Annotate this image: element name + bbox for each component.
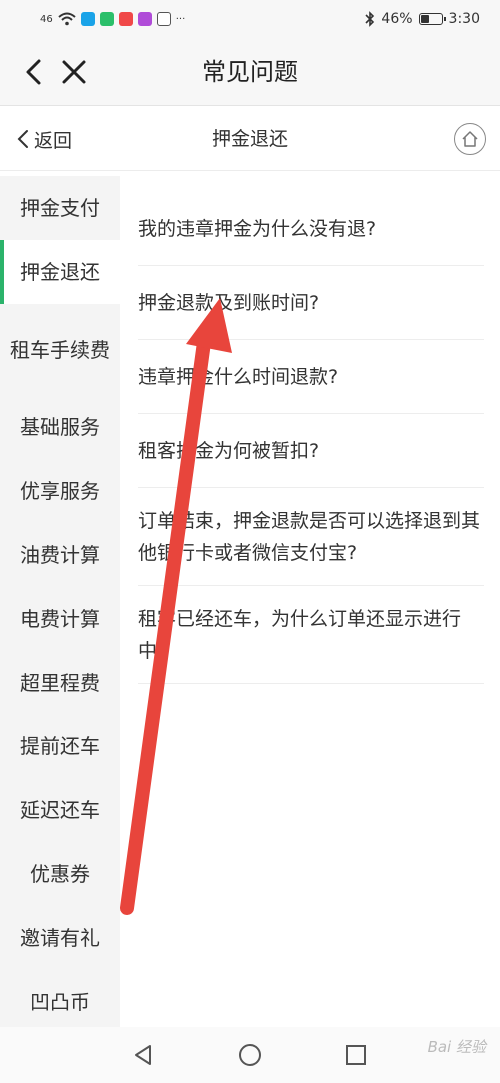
question-item[interactable]: 订单结束，押金退款是否可以选择退到其他银行卡或者微信支付宝? [138,488,484,586]
sidebar-item-electric-calc[interactable]: 电费计算 [0,587,120,651]
nav-recents-button[interactable] [342,1041,370,1069]
status-right: 46% 3:30 [365,11,480,27]
hand-app-icon [156,12,171,26]
sidebar-item-label: 延迟还车 [20,798,100,823]
section-title: 押金退还 [211,128,288,150]
sidebar-item-label: 油费计算 [20,543,100,568]
sidebar-item-label: 押金退还 [20,259,100,284]
home-button[interactable] [454,123,486,155]
sidebar-item-over-mileage[interactable]: 超里程费 [0,651,120,715]
green-app-icon [99,12,114,26]
return-button[interactable]: 返回 [16,107,72,171]
chevron-left-icon [17,130,28,148]
sidebar-item-label: 邀请有礼 [20,925,100,950]
home-icon [462,131,478,147]
question-item[interactable]: 我的违章押金为什么没有退? [138,192,484,266]
question-text: 订单结束，押金退款是否可以选择退到其他银行卡或者微信支付宝? [138,509,481,564]
search-app-icon [80,12,95,26]
sidebar-item-deposit-payment[interactable]: 押金支付 [0,176,120,240]
heart-app-icon [137,12,152,26]
question-item[interactable]: 租客押金为何被暂扣? [138,414,484,488]
bluetooth-icon [365,11,375,27]
square-recents-icon [346,1045,366,1065]
status-bar: 46 ··· 46% 3:30 [0,0,500,38]
wifi-icon [58,12,76,26]
status-left: 46 ··· [40,12,185,26]
network-indicator: 46 [40,13,53,25]
sidebar-item-fuel-calc[interactable]: 油费计算 [0,523,120,587]
sidebar-item-coupons[interactable]: 优惠券 [0,842,120,906]
triangle-back-icon [135,1045,151,1065]
battery-percent: 46% [381,11,413,27]
question-item[interactable]: 押金退款及到账时间? [138,266,484,340]
question-text: 租客已经还车，为什么订单还显示进行中? [138,607,462,662]
sidebar-item-basic-service[interactable]: 基础服务 [0,396,120,460]
circle-home-icon [239,1044,261,1066]
sidebar-item-late-return[interactable]: 延迟还车 [0,778,120,842]
category-sidebar: 押金支付 押金退还 租车手续费 基础服务 优享服务 油费计算 电费计算 超里程费… [0,176,120,1027]
sidebar-item-label: 基础服务 [20,415,100,440]
question-text: 我的违章押金为什么没有退? [138,217,377,240]
sidebar-item-label: 超里程费 [20,670,100,695]
question-text: 租客押金为何被暂扣? [138,439,320,462]
red-app-icon [118,12,133,26]
sidebar-item-premium-service[interactable]: 优享服务 [0,459,120,523]
question-item[interactable]: 租客已经还车，为什么订单还显示进行中? [138,586,484,684]
sidebar-item-early-return[interactable]: 提前还车 [0,715,120,779]
sidebar-item-coins[interactable]: 凹凸币 [0,970,120,1034]
system-nav-bar [0,1027,500,1083]
sidebar-item-label: 租车手续费 [10,337,110,362]
nav-back-button[interactable] [130,1041,158,1069]
close-icon [62,60,86,84]
chevron-left-icon [26,59,41,85]
clock: 3:30 [448,11,480,27]
sidebar-item-label: 优惠券 [30,862,90,887]
back-button[interactable] [20,56,50,88]
battery-level [420,15,429,23]
close-button[interactable] [58,56,90,88]
sidebar-item-rental-fee[interactable]: 租车手续费 [0,304,120,396]
more-notifications: ··· [175,13,186,25]
sidebar-item-label: 提前还车 [20,734,100,759]
sidebar-item-label: 优享服务 [20,479,100,504]
return-label: 返回 [34,129,73,152]
watermark: Bai 经验 [427,1038,486,1056]
sidebar-item-invite-gift[interactable]: 邀请有礼 [0,906,120,970]
battery-icon [418,13,446,25]
question-text: 违章押金什么时间退款? [138,365,339,388]
sidebar-item-deposit-refund[interactable]: 押金退还 [0,239,120,304]
question-item[interactable]: 违章押金什么时间退款? [138,340,484,414]
sidebar-item-label: 押金支付 [20,195,100,220]
app-bar: 常见问题 [0,38,500,106]
question-text: 押金退款及到账时间? [138,291,320,314]
sub-header: 返回 押金退还 [0,107,500,171]
nav-home-button[interactable] [236,1041,264,1069]
sidebar-item-label: 凹凸币 [30,989,90,1014]
question-list: 我的违章押金为什么没有退? 押金退款及到账时间? 违章押金什么时间退款? 租客押… [138,192,484,684]
sidebar-item-label: 电费计算 [20,606,100,631]
